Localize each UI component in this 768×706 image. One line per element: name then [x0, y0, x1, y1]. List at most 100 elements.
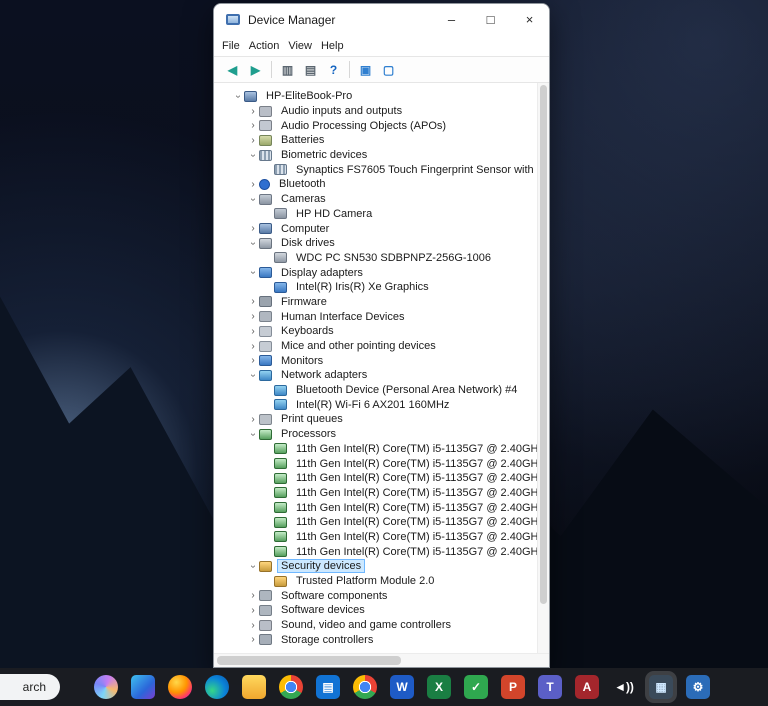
- tree-item[interactable]: HP HD Camera: [214, 207, 537, 222]
- expand-toggle-icon[interactable]: ›: [247, 179, 259, 190]
- tree-item[interactable]: ›Keyboards: [214, 324, 537, 339]
- tree-item[interactable]: ›Monitors: [214, 353, 537, 368]
- tree-item[interactable]: › Disk drives: [214, 236, 537, 251]
- help-button[interactable]: ?: [322, 59, 345, 80]
- tree-item[interactable]: ›Computer: [214, 221, 537, 236]
- expand-toggle-icon[interactable]: ›: [248, 149, 259, 161]
- tree-item[interactable]: ›Firmware: [214, 295, 537, 310]
- teams-icon[interactable]: T: [538, 675, 562, 699]
- tree-item[interactable]: ›Software devices: [214, 603, 537, 618]
- planner-icon[interactable]: ✓: [464, 675, 488, 699]
- volume-mixer-icon[interactable]: ◄)): [612, 675, 636, 699]
- expand-toggle-icon[interactable]: ›: [247, 296, 259, 307]
- tree-item[interactable]: ›HP-EliteBook-Pro: [214, 89, 537, 104]
- tree-item[interactable]: ›Display adapters: [214, 265, 537, 280]
- expand-toggle-icon[interactable]: ›: [247, 634, 259, 645]
- photos-icon[interactable]: [131, 675, 155, 699]
- menu-action[interactable]: Action: [249, 38, 289, 54]
- tree-item[interactable]: 11th Gen Intel(R) Core(TM) i5-1135G7 @ 2…: [214, 500, 537, 515]
- tree-item[interactable]: ›Biometric devices: [214, 148, 537, 163]
- show-console-tree-button[interactable]: ▥: [276, 59, 299, 80]
- maximize-button[interactable]: □: [471, 4, 510, 35]
- tree-item[interactable]: 11th Gen Intel(R) Core(TM) i5-1135G7 @ 2…: [214, 530, 537, 545]
- expand-toggle-icon[interactable]: ›: [247, 605, 259, 616]
- tree-item[interactable]: 11th Gen Intel(R) Core(TM) i5-1135G7 @ 2…: [214, 456, 537, 471]
- menu-view[interactable]: View: [288, 38, 321, 54]
- tree-item[interactable]: ›Audio Processing Objects (APOs): [214, 118, 537, 133]
- expand-toggle-icon[interactable]: ›: [248, 369, 259, 381]
- tree-item[interactable]: ›Audio inputs and outputs: [214, 104, 537, 119]
- tree-item[interactable]: ›Processors: [214, 427, 537, 442]
- tree-item[interactable]: Synaptics FS7605 Touch Fingerprint Senso…: [214, 162, 537, 177]
- tree-item[interactable]: Trusted Platform Module 2.0: [214, 574, 537, 589]
- taskbar-search-input[interactable]: arch: [0, 674, 60, 700]
- tree-item[interactable]: ›Print queues: [214, 412, 537, 427]
- menu-file[interactable]: File: [222, 38, 249, 54]
- tree-item[interactable]: 11th Gen Intel(R) Core(TM) i5-1135G7 @ 2…: [214, 515, 537, 530]
- tree-item-label: Disk drives: [277, 236, 339, 250]
- tree-item[interactable]: 11th Gen Intel(R) Core(TM) i5-1135G7 @ 2…: [214, 544, 537, 559]
- expand-toggle-icon[interactable]: ›: [247, 414, 259, 425]
- scan-hardware-changes-button[interactable]: ▣: [354, 59, 377, 80]
- vertical-scrollbar-thumb[interactable]: [540, 85, 547, 604]
- processor-icon: [259, 429, 272, 440]
- expand-toggle-icon[interactable]: ›: [248, 267, 259, 279]
- devices-by-type-button[interactable]: ▢: [377, 59, 400, 80]
- tree-item[interactable]: ›Human Interface Devices: [214, 309, 537, 324]
- forward-button[interactable]: ▶: [244, 59, 267, 80]
- horizontal-scrollbar[interactable]: [214, 653, 549, 667]
- tree-item[interactable]: ›Software components: [214, 588, 537, 603]
- expand-toggle-icon[interactable]: ›: [247, 120, 259, 131]
- tree-item[interactable]: 11th Gen Intel(R) Core(TM) i5-1135G7 @ 2…: [214, 442, 537, 457]
- tree-item[interactable]: WDC PC SN530 SDBPNPZ-256G-1006: [214, 251, 537, 266]
- expand-toggle-icon[interactable]: ›: [247, 223, 259, 234]
- expand-toggle-icon[interactable]: ›: [247, 326, 259, 337]
- edge-icon[interactable]: [205, 675, 229, 699]
- expand-toggle-icon[interactable]: ›: [247, 590, 259, 601]
- powerpoint-icon[interactable]: P: [501, 675, 525, 699]
- close-button[interactable]: ×: [510, 4, 549, 35]
- tree-item[interactable]: 11th Gen Intel(R) Core(TM) i5-1135G7 @ 2…: [214, 486, 537, 501]
- settings-icon[interactable]: ⚙: [686, 675, 710, 699]
- tree-item[interactable]: Bluetooth Device (Personal Area Network)…: [214, 383, 537, 398]
- tree-item[interactable]: ›Sound, video and game controllers: [214, 618, 537, 633]
- excel-icon[interactable]: X: [427, 675, 451, 699]
- vertical-scrollbar[interactable]: [537, 83, 549, 653]
- expand-toggle-icon[interactable]: ›: [247, 620, 259, 631]
- expand-toggle-icon[interactable]: ›: [233, 90, 244, 102]
- expand-toggle-icon[interactable]: ›: [247, 341, 259, 352]
- device-manager-icon[interactable]: ▦: [649, 675, 673, 699]
- chrome-profile-icon[interactable]: [353, 675, 377, 699]
- properties-button[interactable]: ▤: [299, 59, 322, 80]
- file-explorer-icon[interactable]: [242, 675, 266, 699]
- tree-item[interactable]: ›Mice and other pointing devices: [214, 339, 537, 354]
- tree-item[interactable]: ›Network adapters: [214, 368, 537, 383]
- expand-toggle-icon[interactable]: ›: [247, 106, 259, 117]
- word-icon[interactable]: W: [390, 675, 414, 699]
- tree-item[interactable]: Intel(R) Wi-Fi 6 AX201 160MHz: [214, 397, 537, 412]
- expand-toggle-icon[interactable]: ›: [247, 311, 259, 322]
- expand-toggle-icon[interactable]: ›: [248, 237, 259, 249]
- access-icon[interactable]: A: [575, 675, 599, 699]
- store-icon[interactable]: ▤: [316, 675, 340, 699]
- expand-toggle-icon[interactable]: ›: [247, 355, 259, 366]
- tree-item[interactable]: ›Cameras: [214, 192, 537, 207]
- processor-icon: [274, 502, 287, 513]
- tree-item[interactable]: ›Bluetooth: [214, 177, 537, 192]
- tree-item[interactable]: ›Storage controllers: [214, 632, 537, 647]
- chrome-icon[interactable]: [279, 675, 303, 699]
- expand-toggle-icon[interactable]: ›: [248, 193, 259, 205]
- expand-toggle-icon[interactable]: ›: [248, 560, 259, 572]
- copilot-icon[interactable]: [94, 675, 118, 699]
- tree-item[interactable]: ›Security devices: [214, 559, 537, 574]
- expand-toggle-icon[interactable]: ›: [248, 428, 259, 440]
- expand-toggle-icon[interactable]: ›: [247, 135, 259, 146]
- menu-help[interactable]: Help: [321, 38, 353, 54]
- minimize-button[interactable]: –: [432, 4, 471, 35]
- tree-item[interactable]: ›Batteries: [214, 133, 537, 148]
- back-button[interactable]: ◀: [221, 59, 244, 80]
- firefox-icon[interactable]: [168, 675, 192, 699]
- tree-item[interactable]: Intel(R) Iris(R) Xe Graphics: [214, 280, 537, 295]
- horizontal-scrollbar-thumb[interactable]: [217, 656, 401, 665]
- tree-item[interactable]: 11th Gen Intel(R) Core(TM) i5-1135G7 @ 2…: [214, 471, 537, 486]
